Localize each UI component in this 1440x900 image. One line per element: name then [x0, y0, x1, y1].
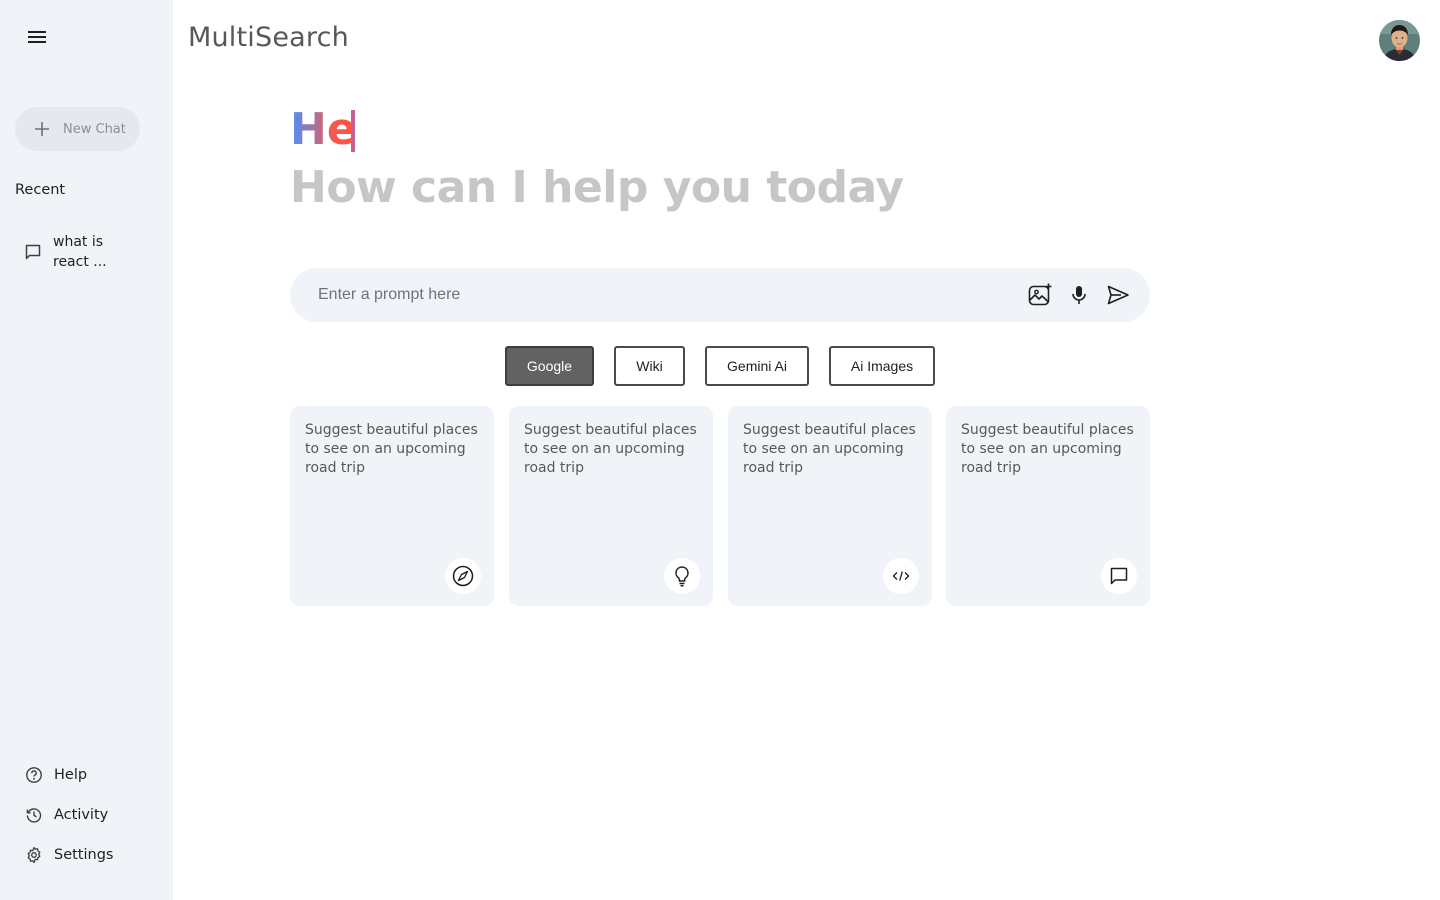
image-upload-icon[interactable]	[1027, 282, 1053, 308]
bulb-icon	[675, 566, 689, 587]
avatar[interactable]	[1379, 20, 1420, 61]
user-avatar-image	[1379, 20, 1420, 61]
suggestion-icon-wrap	[1101, 558, 1137, 594]
help-label: Help	[54, 767, 88, 783]
suggestion-text: Suggest beautiful places to see on an up…	[961, 422, 1134, 476]
new-chat-button[interactable]: New Chat	[15, 107, 140, 151]
history-icon	[26, 808, 42, 823]
plus-icon	[35, 122, 49, 136]
recent-heading: Recent	[15, 182, 66, 198]
suggestion-icon-wrap	[445, 558, 481, 594]
suggestion-text: Suggest beautiful places to see on an up…	[305, 422, 478, 476]
settings-item[interactable]: Settings	[25, 846, 113, 864]
recent-item-label: what is react ...	[53, 234, 107, 270]
microphone-icon[interactable]	[1066, 282, 1092, 308]
source-google-button[interactable]: Google	[505, 346, 594, 386]
prompt-input[interactable]	[318, 280, 1008, 310]
help-icon	[26, 767, 42, 783]
suggestion-icon-wrap	[883, 558, 919, 594]
recent-item[interactable]: what is react ...	[24, 232, 154, 272]
source-ai-images-button[interactable]: Ai Images	[829, 346, 935, 386]
suggestion-card[interactable]: Suggest beautiful places to see on an up…	[290, 406, 494, 606]
activity-item[interactable]: Activity	[25, 806, 108, 824]
source-gemini-button[interactable]: Gemini Ai	[705, 346, 809, 386]
typing-cursor	[351, 110, 355, 152]
suggestion-card[interactable]: Suggest beautiful places to see on an up…	[728, 406, 932, 606]
prompt-bar	[290, 268, 1150, 322]
help-item[interactable]: Help	[25, 766, 87, 784]
hamburger-menu-icon[interactable]	[26, 27, 48, 47]
suggestion-text: Suggest beautiful places to see on an up…	[524, 422, 697, 476]
suggestion-card[interactable]: Suggest beautiful places to see on an up…	[946, 406, 1150, 606]
gear-icon	[27, 846, 41, 864]
compass-icon	[452, 565, 474, 587]
new-chat-label: New Chat	[63, 121, 126, 137]
send-icon[interactable]	[1105, 282, 1131, 308]
message-icon	[1110, 567, 1128, 585]
suggestion-icon-wrap	[664, 558, 700, 594]
activity-label: Activity	[54, 807, 109, 823]
app-title: MultiSearch	[188, 22, 349, 53]
suggestion-text: Suggest beautiful places to see on an up…	[743, 422, 916, 476]
source-wiki-button[interactable]: Wiki	[614, 346, 685, 386]
message-icon	[25, 244, 41, 260]
suggestion-card[interactable]: Suggest beautiful places to see on an up…	[509, 406, 713, 606]
sidebar: New Chat Recent what is react ... Help A…	[0, 0, 173, 900]
greeting-typed-text: He	[290, 102, 357, 158]
code-icon	[892, 571, 910, 581]
settings-label: Settings	[54, 847, 114, 863]
greeting-subtitle: How can I help you today	[290, 162, 904, 213]
